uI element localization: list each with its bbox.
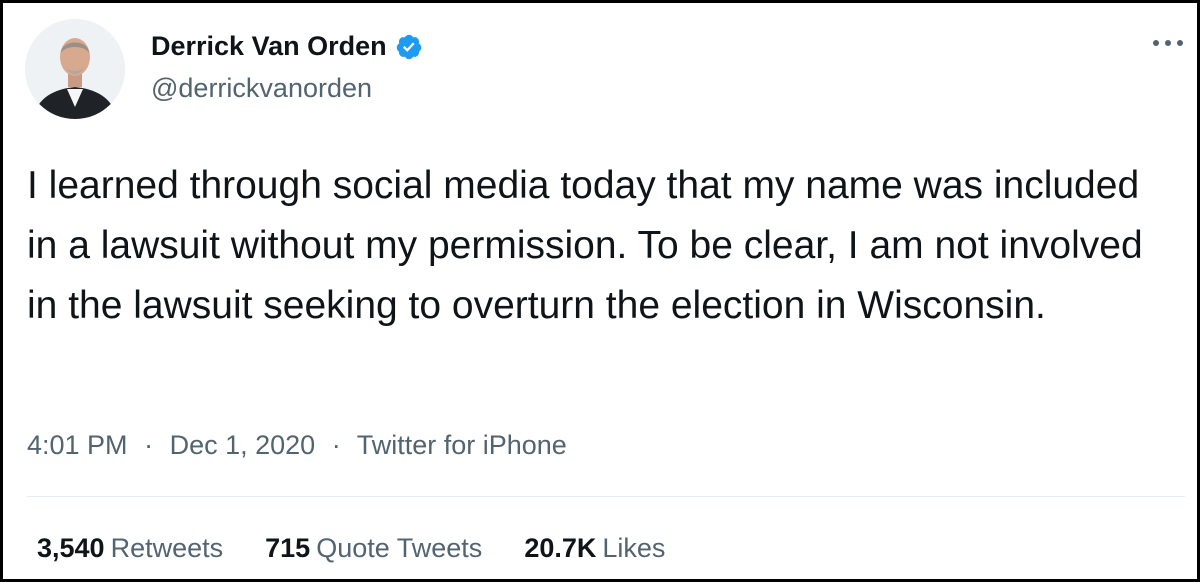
- author-name[interactable]: Derrick Van Orden: [151, 31, 387, 62]
- avatar[interactable]: [25, 19, 125, 119]
- engagement-stats: 3,540 Retweets 715 Quote Tweets 20.7K Likes: [37, 533, 707, 564]
- retweets-label: Retweets: [110, 533, 224, 563]
- quote-tweets-label: Quote Tweets: [316, 533, 483, 563]
- author-handle[interactable]: @derrickvanorden: [151, 73, 372, 104]
- profile-photo: [25, 19, 125, 119]
- more-options-icon[interactable]: [1151, 33, 1185, 53]
- tweet-card: Derrick Van Orden @derrickvanorden I lea…: [0, 0, 1200, 582]
- tweet-source[interactable]: Twitter for iPhone: [357, 430, 567, 460]
- verified-badge-icon: [396, 34, 421, 59]
- tweet-date[interactable]: Dec 1, 2020: [170, 430, 316, 460]
- likes-count: 20.7K: [524, 533, 597, 563]
- meta-separator: ·: [331, 430, 341, 460]
- meta-separator: ·: [144, 430, 154, 460]
- likes-stat[interactable]: 20.7K Likes: [524, 533, 665, 564]
- divider: [27, 496, 1185, 497]
- tweet-metadata: 4:01 PM · Dec 1, 2020 · Twitter for iPho…: [27, 430, 567, 461]
- retweets-count: 3,540: [37, 533, 105, 563]
- likes-label: Likes: [602, 533, 666, 563]
- quote-tweets-count: 715: [265, 533, 311, 563]
- tweet-time[interactable]: 4:01 PM: [27, 430, 128, 460]
- tweet-text: I learned through social media today tha…: [27, 164, 1143, 327]
- retweets-stat[interactable]: 3,540 Retweets: [37, 533, 223, 564]
- quote-tweets-stat[interactable]: 715 Quote Tweets: [265, 533, 482, 564]
- author-row: Derrick Van Orden: [151, 31, 423, 62]
